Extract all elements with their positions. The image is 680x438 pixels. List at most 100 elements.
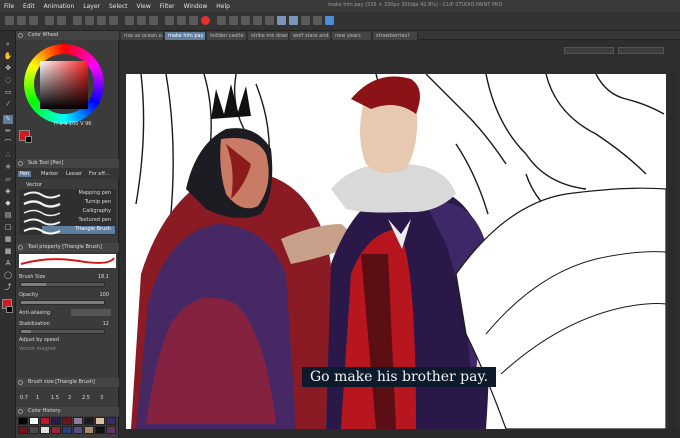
brush-size-preset[interactable]: 0.7 [20, 395, 28, 401]
panel-toggle-icon[interactable] [18, 161, 23, 166]
panel-toggle-icon[interactable] [18, 380, 23, 385]
eraser-icon[interactable]: ▱ [3, 175, 13, 184]
history-swatch[interactable] [106, 426, 116, 434]
snap-special-icon[interactable] [189, 16, 198, 25]
tab-document-active[interactable]: make him pay [165, 32, 206, 40]
stroke-icon[interactable] [301, 16, 310, 25]
snap-grid-icon[interactable] [177, 16, 186, 25]
history-swatch[interactable] [40, 417, 50, 425]
color-wheel-sub-swatch[interactable] [25, 136, 32, 143]
history-swatch[interactable] [29, 426, 39, 434]
tab-document[interactable]: new years [332, 32, 372, 40]
history-swatch[interactable] [62, 417, 72, 425]
tab-lesser[interactable]: Lesser [66, 171, 82, 177]
menu-view[interactable]: View [137, 3, 151, 10]
deselect-icon[interactable] [125, 16, 134, 25]
history-swatch[interactable] [84, 417, 94, 425]
pencil-icon[interactable]: ✏ [3, 127, 13, 136]
ref-layer-icon[interactable] [265, 16, 274, 25]
vertical-scrollbar[interactable] [669, 74, 676, 429]
pen-icon[interactable]: ✎ [3, 115, 13, 124]
canvas-field[interactable] [618, 47, 664, 54]
history-swatch[interactable] [106, 417, 116, 425]
canvas-field[interactable] [564, 47, 614, 54]
correct-line-icon[interactable]: ⤴ [3, 283, 13, 292]
history-swatch[interactable] [95, 417, 105, 425]
history-swatch[interactable] [29, 417, 39, 425]
text-icon[interactable]: A [3, 259, 13, 268]
hand-icon[interactable]: ✋ [3, 52, 13, 61]
history-swatch[interactable] [18, 417, 28, 425]
tab-marker[interactable]: Marker [41, 171, 58, 177]
undo-icon[interactable] [45, 16, 54, 25]
history-swatch[interactable] [40, 426, 50, 434]
panel-toggle-icon[interactable] [18, 245, 23, 250]
history-swatch[interactable] [84, 426, 94, 434]
move-icon[interactable]: ✥ [3, 64, 13, 73]
tab-document[interactable]: wolf stare and... [290, 32, 331, 40]
menu-edit[interactable]: Edit [23, 3, 35, 10]
tab-pen[interactable]: Pen [18, 171, 32, 177]
rect-select-icon[interactable]: ▭ [3, 88, 13, 97]
balloon-icon[interactable]: ◯ [3, 271, 13, 280]
eyedropper-icon[interactable]: ⁄ [3, 100, 13, 109]
adjust-by-speed-row[interactable]: Adjust by speed [19, 336, 117, 344]
drawing-canvas[interactable]: Go make his brother pay. [126, 74, 666, 429]
saturation-value-square[interactable] [40, 61, 88, 109]
tab-for-effect[interactable]: For eff... [89, 171, 110, 177]
save-icon[interactable] [29, 16, 38, 25]
opacity-slider[interactable] [20, 300, 105, 305]
brush-size-preset[interactable]: 1.5 [51, 395, 59, 401]
brush-size-preset[interactable]: 3 [100, 395, 103, 401]
lasso-icon[interactable]: ◌ [3, 76, 13, 85]
fill-tool-icon[interactable]: ◆ [3, 199, 13, 208]
clear-outside-icon[interactable] [85, 16, 94, 25]
grid-icon[interactable] [241, 16, 250, 25]
brush-size-preset[interactable]: 2.5 [82, 395, 90, 401]
zoom-icon[interactable]: ⌕ [3, 40, 13, 49]
anti-aliasing-selector[interactable] [71, 309, 111, 316]
open-file-icon[interactable] [17, 16, 26, 25]
clear-icon[interactable] [73, 16, 82, 25]
history-swatch[interactable] [18, 426, 28, 434]
history-swatch[interactable] [73, 426, 83, 434]
tab-document[interactable]: hidden castle [207, 32, 247, 40]
tab-document[interactable]: strike me down... [248, 32, 289, 40]
color-mode-icon[interactable] [201, 16, 210, 25]
redo-icon[interactable] [57, 16, 66, 25]
invert-selection-icon[interactable] [137, 16, 146, 25]
menu-help[interactable]: Help [216, 3, 230, 10]
menu-layer[interactable]: Layer [83, 3, 100, 10]
airbrush-icon[interactable]: ∴ [3, 151, 13, 160]
menu-select[interactable]: Select [109, 3, 128, 10]
show-selection-icon[interactable] [149, 16, 158, 25]
tab-document[interactable]: strawberries? [373, 32, 418, 40]
menu-file[interactable]: File [4, 3, 14, 10]
decoration-icon[interactable]: ✳ [3, 163, 13, 172]
vector-magnet-row[interactable]: Vector magnet [19, 345, 117, 353]
pen-mode-icon[interactable] [277, 16, 286, 25]
snap-ruler-icon[interactable] [165, 16, 174, 25]
brush-size-slider[interactable] [20, 282, 105, 287]
layer-mode-icon[interactable] [253, 16, 262, 25]
perspective-icon[interactable] [229, 16, 238, 25]
stabilization-slider[interactable] [20, 329, 105, 334]
menu-animation[interactable]: Animation [44, 3, 75, 10]
history-swatch[interactable] [51, 426, 61, 434]
draw-mode-icon[interactable] [289, 16, 298, 25]
history-swatch[interactable] [95, 426, 105, 434]
frame-icon[interactable]: ▦ [3, 235, 13, 244]
ruler-tool-icon[interactable]: ▩ [3, 247, 13, 256]
figure-icon[interactable]: □ [3, 223, 13, 232]
menu-filter[interactable]: Filter [160, 3, 175, 10]
line-icon[interactable] [313, 16, 322, 25]
panel-toggle-icon[interactable] [18, 409, 23, 414]
ruler-icon[interactable] [217, 16, 226, 25]
blend-icon[interactable] [325, 16, 334, 25]
menu-window[interactable]: Window [184, 3, 208, 10]
blend-tool-icon[interactable]: ◈ [3, 187, 13, 196]
brush-icon[interactable]: ⌒ [3, 139, 13, 148]
gradient-icon[interactable]: ▤ [3, 211, 13, 220]
history-swatch[interactable] [51, 417, 61, 425]
history-swatch[interactable] [62, 426, 72, 434]
